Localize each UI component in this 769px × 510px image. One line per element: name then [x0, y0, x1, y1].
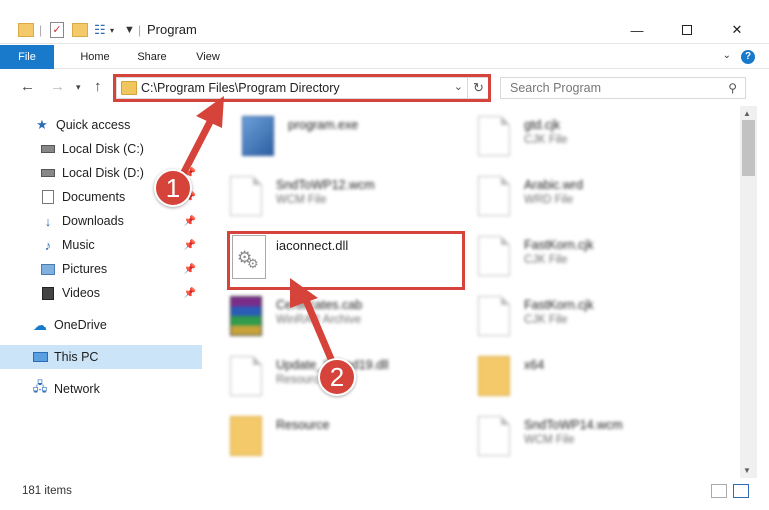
callout-1: 1 — [154, 169, 192, 207]
annotation-arrows — [176, 96, 338, 368]
callout-2: 2 — [318, 358, 356, 396]
arrow-1 — [176, 116, 216, 182]
arrow-2 — [302, 298, 338, 368]
